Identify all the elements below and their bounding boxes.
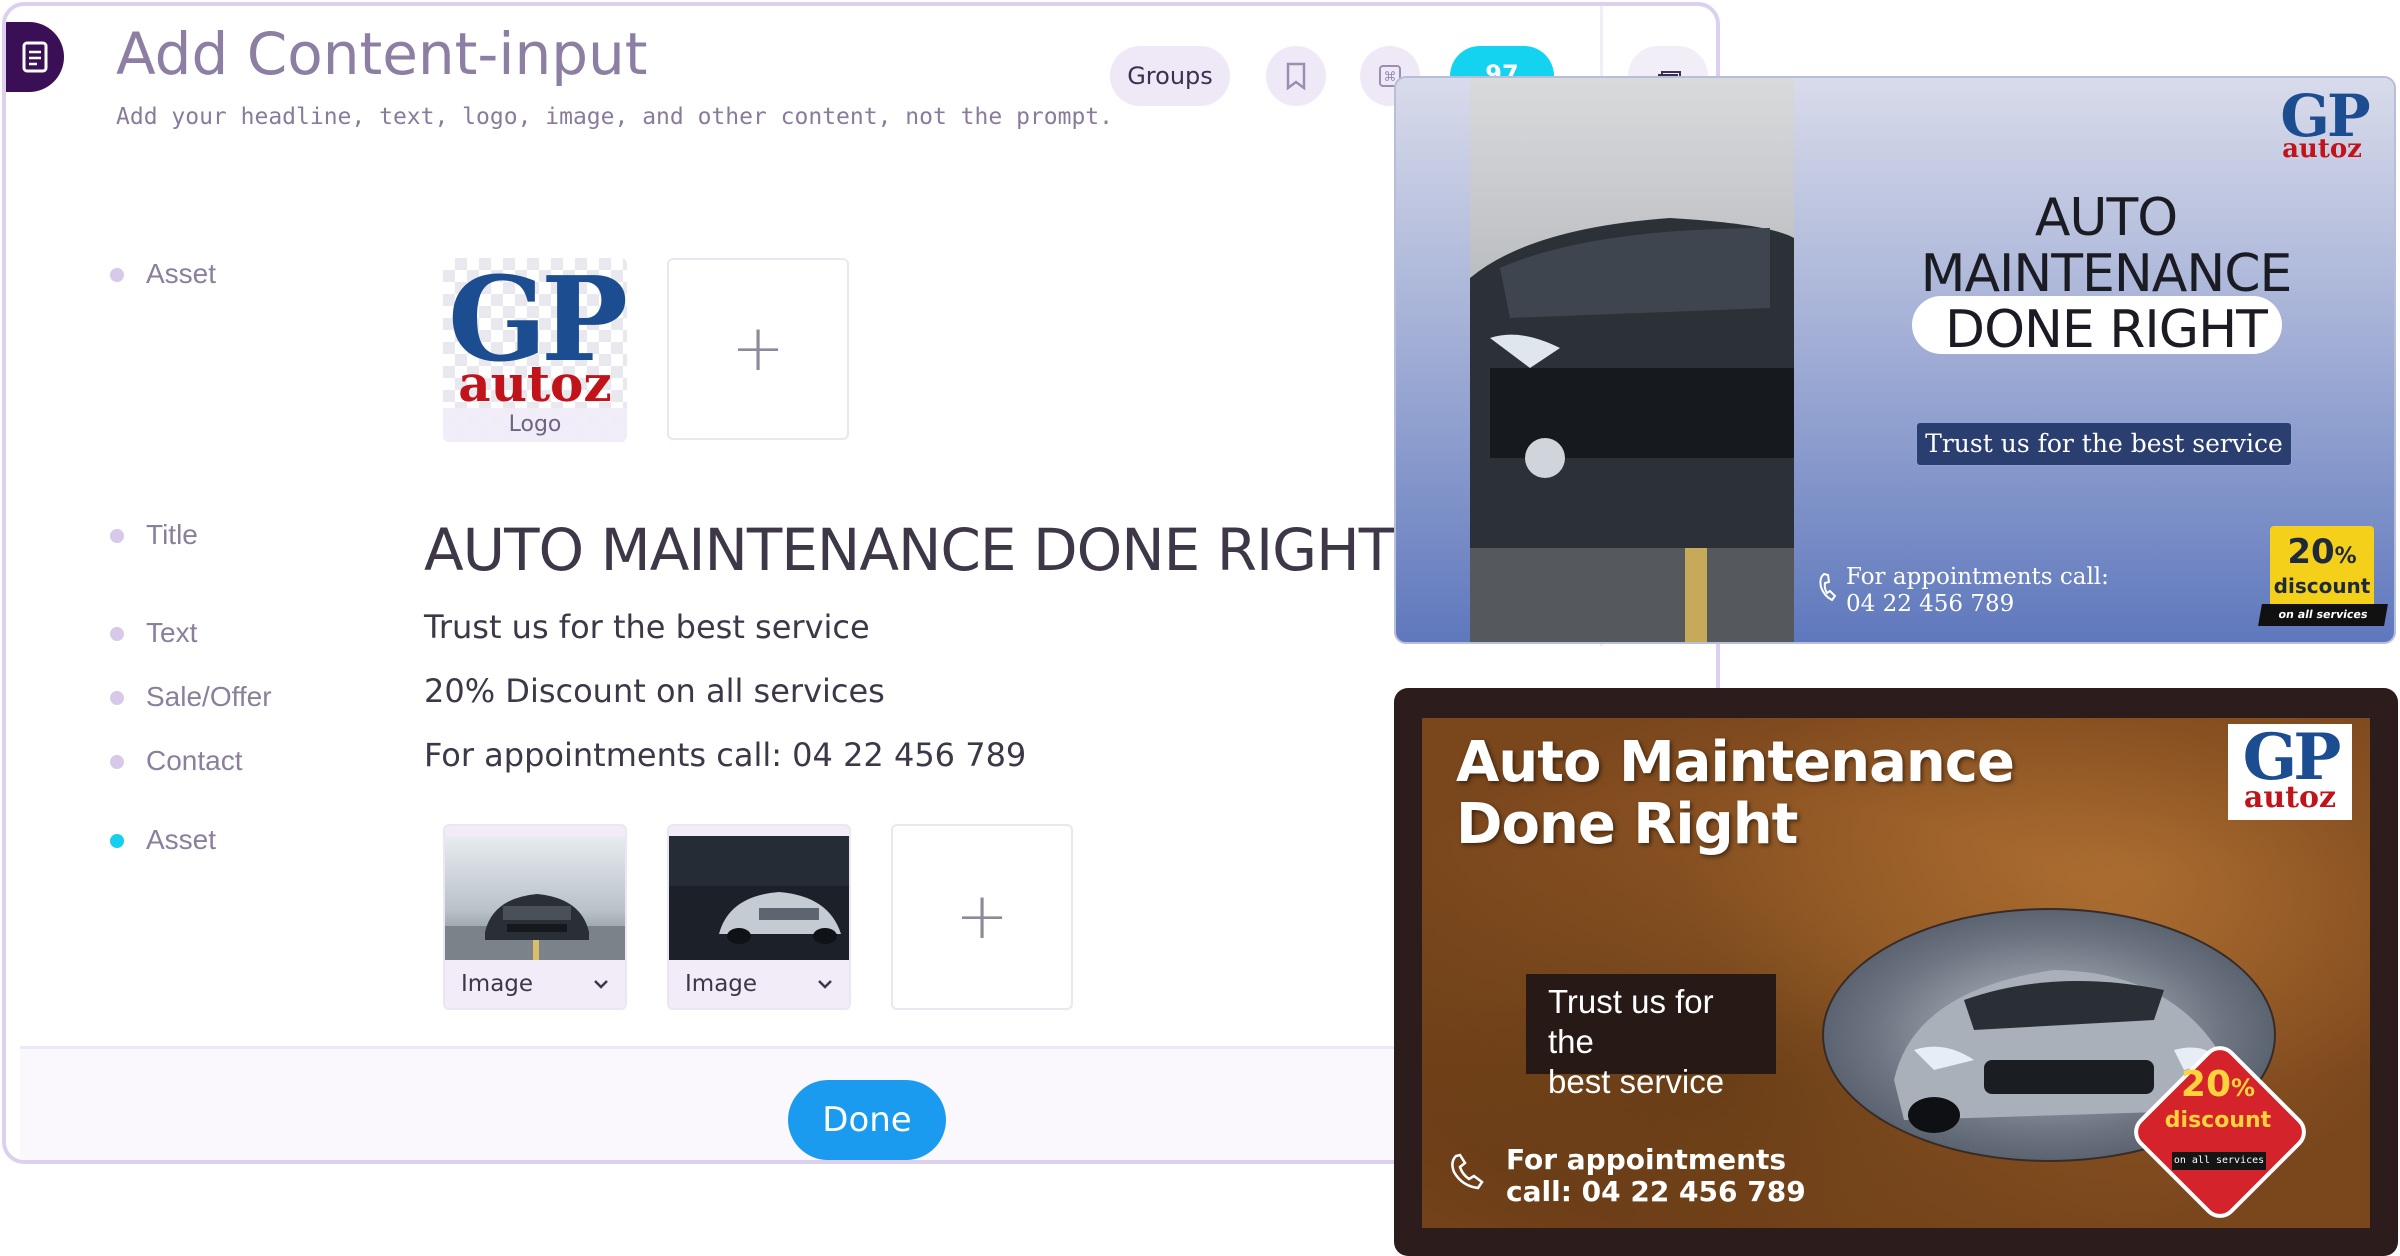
- image-type-select-2[interactable]: Image: [669, 960, 849, 1008]
- ad1-logo-autoz: autoz: [2282, 134, 2362, 164]
- ad1-title-line: DONE RIGHT: [1945, 300, 2268, 360]
- image-type-select-1[interactable]: Image: [445, 960, 625, 1008]
- bookmark-icon: [1286, 62, 1306, 90]
- ad-preview-brown[interactable]: Auto Maintenance Done Right GP autoz Tru…: [1394, 688, 2398, 1256]
- phone-icon: [1451, 1153, 1484, 1190]
- image-type-label: Image: [685, 971, 758, 997]
- field-label-sale-offer: Sale/Offer: [146, 681, 272, 712]
- ad1-title: AUTO MAINTENANCE DONE RIGHT: [1886, 190, 2326, 358]
- ad1-contact-line: For appointments call:: [1846, 564, 2109, 590]
- ad2-title: Auto Maintenance Done Right: [1456, 730, 2015, 857]
- ad1-tagline: Trust us for the best service: [1916, 422, 2292, 466]
- field-dot: [110, 529, 124, 543]
- page-title: Add Content-input: [116, 20, 648, 88]
- discount-word: discount: [2164, 1108, 2272, 1133]
- add-logo-button[interactable]: +: [667, 258, 849, 440]
- car-photo-2: [669, 836, 849, 960]
- field-dot: [110, 755, 124, 769]
- ad2-tagline: Trust us for the best service: [1526, 974, 1776, 1100]
- field-dot: [110, 691, 124, 705]
- logo-caption: Logo: [443, 408, 627, 442]
- ad2-tagline-line: best service: [1548, 1063, 1725, 1100]
- ad1-title-line: AUTO: [2034, 188, 2178, 248]
- ad2-logo: GP autoz: [2228, 720, 2352, 820]
- autoz-logo-mark: autoz: [458, 354, 612, 413]
- discount-percent: 20%: [2287, 532, 2357, 572]
- field-dot: [110, 627, 124, 641]
- discount-note: on all services: [2172, 1152, 2266, 1170]
- field-label-title: Title: [146, 519, 198, 550]
- ad1-title-line: MAINTENANCE: [1920, 244, 2293, 304]
- ad2-contact: For appointments call: 04 22 456 789: [1506, 1144, 1806, 1208]
- page-subtitle: Add your headline, text, logo, image, an…: [116, 104, 1113, 130]
- discount-word: discount: [2273, 574, 2371, 598]
- ad1-contact: For appointments call: 04 22 456 789: [1846, 564, 2109, 618]
- ad2-contact-line: For appointments: [1506, 1143, 1787, 1176]
- bookmark-button[interactable]: [1266, 46, 1326, 106]
- contact-input[interactable]: For appointments call: 04 22 456 789: [424, 736, 1026, 774]
- mustang-photo: [1470, 78, 1794, 642]
- ad1-contact-line: 04 22 456 789: [1846, 591, 2015, 617]
- ad2-title-line: Done Right: [1456, 792, 1798, 857]
- ad2-contact-line: call: 04 22 456 789: [1506, 1175, 1806, 1208]
- field-label-asset: Asset: [146, 258, 217, 289]
- sale-offer-input[interactable]: 20% Discount on all services: [424, 672, 885, 710]
- ad2-background: Auto Maintenance Done Right GP autoz Tru…: [1422, 718, 2370, 1228]
- car-photo-1: [445, 836, 625, 960]
- text-input[interactable]: Trust us for the best service: [424, 608, 870, 646]
- field-dot: [110, 268, 124, 282]
- discount-note: on all services: [2258, 604, 2388, 626]
- ad2-tagline-line: Trust us for the: [1548, 983, 1714, 1060]
- field-dot-active: [110, 834, 124, 848]
- title-input[interactable]: AUTO MAINTENANCE DONE RIGHT: [424, 516, 1394, 584]
- logo-asset-tile[interactable]: GP autoz Logo: [443, 258, 627, 442]
- ad-preview-blue[interactable]: GP autoz AUTO MAINTENANCE DONE RIGHT Tru…: [1394, 76, 2396, 644]
- field-label-asset-images: Asset: [146, 824, 217, 855]
- ad2-logo-autoz: autoz: [2243, 780, 2337, 815]
- document-icon[interactable]: [6, 22, 64, 92]
- image-asset-1[interactable]: Image: [443, 824, 627, 1010]
- chevron-down-icon: [594, 980, 608, 989]
- chevron-down-icon: [818, 980, 832, 989]
- field-label-text: Text: [146, 617, 198, 648]
- field-label-contact: Contact: [146, 745, 243, 776]
- add-image-button[interactable]: +: [891, 824, 1073, 1010]
- phone-icon: [1819, 572, 1837, 602]
- image-asset-2[interactable]: Image: [667, 824, 851, 1010]
- image-type-label: Image: [461, 971, 534, 997]
- groups-button[interactable]: Groups: [1110, 46, 1230, 106]
- ad2-title-line: Auto Maintenance: [1456, 730, 2015, 795]
- done-button[interactable]: Done: [788, 1080, 946, 1160]
- discount-percent: 20%: [2180, 1064, 2256, 1105]
